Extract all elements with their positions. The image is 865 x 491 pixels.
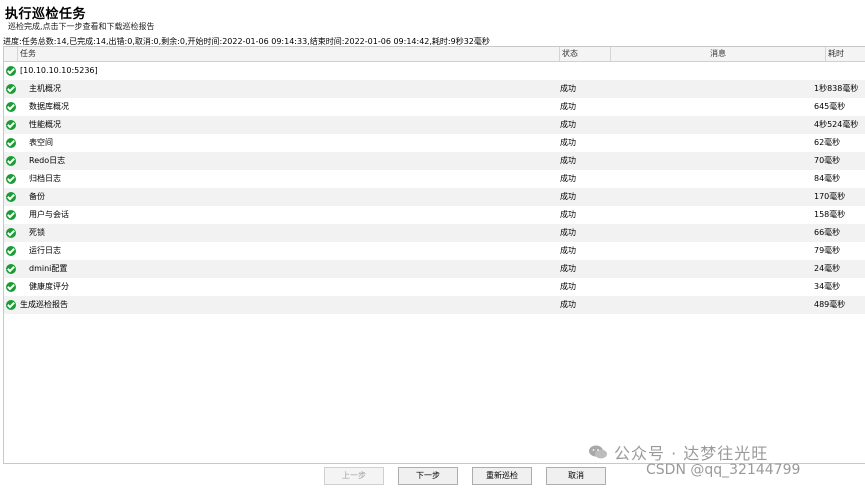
column-header-time[interactable]: 耗时 [826, 47, 865, 61]
task-message [612, 224, 824, 242]
task-status: 成功 [560, 264, 576, 273]
task-message [612, 242, 824, 260]
task-name: 用户与会话 [29, 210, 69, 219]
table-row[interactable]: dmini配置 成功 24毫秒 [4, 260, 865, 278]
page-subtitle: 巡检完成,点击下一步查看和下载巡检报告 [8, 22, 155, 31]
task-grid[interactable]: 任务 状态 消息 耗时 [10.10.10.10:5236] 主机概况 成功 1秒83… [3, 46, 865, 464]
task-name: dmini配置 [29, 264, 68, 273]
table-row[interactable]: 表空间 成功 62毫秒 [4, 134, 865, 152]
task-message [612, 134, 824, 152]
task-time: 84毫秒 [814, 174, 841, 183]
task-name: 归档日志 [29, 174, 61, 183]
check-icon [6, 300, 16, 310]
task-time: 170毫秒 [814, 192, 846, 201]
table-row[interactable]: 健康度评分 成功 34毫秒 [4, 278, 865, 296]
check-icon [6, 192, 16, 202]
check-icon [6, 138, 16, 148]
task-status: 成功 [560, 174, 576, 183]
column-header-message[interactable]: 消息 [611, 47, 826, 61]
prev-button[interactable]: 上一步 [324, 467, 384, 485]
task-status: 成功 [560, 246, 576, 255]
button-bar: 上一步 下一步 重新巡检 取消 [0, 467, 865, 487]
task-time: 70毫秒 [814, 156, 841, 165]
task-message [612, 116, 824, 134]
task-name: 数据库概况 [29, 102, 69, 111]
table-row[interactable]: 生成巡检报告 成功 489毫秒 [4, 296, 865, 314]
rerun-button[interactable]: 重新巡检 [472, 467, 532, 485]
task-time: 24毫秒 [814, 264, 841, 273]
column-header-task[interactable]: 任务 [18, 47, 560, 61]
table-row[interactable]: 运行日志 成功 79毫秒 [4, 242, 865, 260]
task-message [612, 296, 824, 314]
task-name: 主机概况 [29, 84, 61, 93]
table-row[interactable]: 用户与会话 成功 158毫秒 [4, 206, 865, 224]
check-icon [6, 264, 16, 274]
task-status: 成功 [560, 228, 576, 237]
check-icon [6, 84, 16, 94]
task-time [814, 62, 865, 80]
grid-rows: [10.10.10.10:5236] 主机概况 成功 1秒838毫秒 数据库概况 成功 64… [4, 62, 865, 314]
check-icon [6, 228, 16, 238]
table-row[interactable]: 归档日志 成功 84毫秒 [4, 170, 865, 188]
check-icon [6, 120, 16, 130]
task-time: 66毫秒 [814, 228, 841, 237]
task-message [612, 152, 824, 170]
task-name: 死锁 [29, 228, 45, 237]
table-row[interactable]: 死锁 成功 66毫秒 [4, 224, 865, 242]
task-status: 成功 [560, 300, 576, 309]
check-icon [6, 210, 16, 220]
task-name: 表空间 [29, 138, 53, 147]
task-name: 健康度评分 [29, 282, 69, 291]
task-time: 4秒524毫秒 [814, 120, 859, 129]
next-button[interactable]: 下一步 [398, 467, 458, 485]
grid-header: 任务 状态 消息 耗时 [4, 47, 865, 62]
task-status [560, 62, 610, 80]
task-time: 645毫秒 [814, 102, 846, 111]
task-time: 158毫秒 [814, 210, 846, 219]
task-message [612, 98, 824, 116]
header-icon-cell [4, 47, 18, 61]
task-time: 34毫秒 [814, 282, 841, 291]
task-message [612, 206, 824, 224]
task-status: 成功 [560, 120, 576, 129]
task-message [612, 260, 824, 278]
table-row[interactable]: 主机概况 成功 1秒838毫秒 [4, 80, 865, 98]
task-name: 性能概况 [29, 120, 61, 129]
task-status: 成功 [560, 84, 576, 93]
cancel-button[interactable]: 取消 [546, 467, 606, 485]
check-icon [6, 156, 16, 166]
check-icon [6, 174, 16, 184]
task-name: Redo日志 [29, 156, 66, 165]
task-status: 成功 [560, 282, 576, 291]
page-title: 执行巡检任务 [5, 7, 87, 22]
task-message [612, 188, 824, 206]
check-icon [6, 246, 16, 256]
check-icon [6, 102, 16, 112]
task-message [612, 170, 824, 188]
task-message [612, 62, 824, 80]
task-status: 成功 [560, 102, 576, 111]
task-status: 成功 [560, 192, 576, 201]
table-row[interactable]: 数据库概况 成功 645毫秒 [4, 98, 865, 116]
task-name: 运行日志 [29, 246, 61, 255]
table-row[interactable]: 备份 成功 170毫秒 [4, 188, 865, 206]
task-name: 备份 [29, 192, 45, 201]
task-message [612, 80, 824, 98]
task-name: [10.10.10.10:5236] [20, 66, 98, 75]
task-time: 489毫秒 [814, 300, 846, 309]
check-icon [6, 66, 16, 76]
task-time: 62毫秒 [814, 138, 841, 147]
task-message [612, 278, 824, 296]
table-row[interactable]: Redo日志 成功 70毫秒 [4, 152, 865, 170]
task-name: 生成巡检报告 [20, 300, 68, 309]
check-icon [6, 282, 16, 292]
task-time: 79毫秒 [814, 246, 841, 255]
task-status: 成功 [560, 138, 576, 147]
table-row[interactable]: [10.10.10.10:5236] [4, 62, 865, 80]
table-row[interactable]: 性能概况 成功 4秒524毫秒 [4, 116, 865, 134]
column-header-status[interactable]: 状态 [560, 47, 611, 61]
task-status: 成功 [560, 210, 576, 219]
task-time: 1秒838毫秒 [814, 84, 859, 93]
task-status: 成功 [560, 156, 576, 165]
